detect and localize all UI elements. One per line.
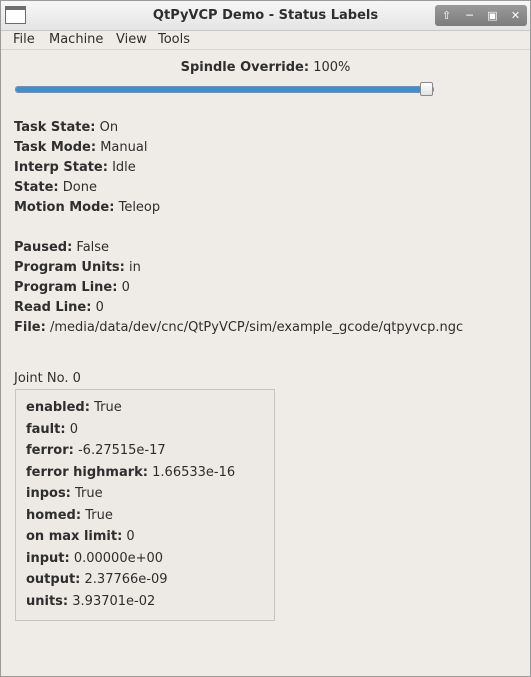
shade-up-icon[interactable]: ⇧	[439, 8, 455, 24]
status-value: Manual	[100, 140, 148, 155]
joint-status-box: enabled: True fault: 0 ferror: -6.27515e-1…	[15, 389, 275, 621]
maximize-icon[interactable]: ▣	[485, 8, 501, 24]
status-value: 1.66533e-16	[152, 464, 236, 480]
status-label: Interp State:	[14, 160, 108, 175]
status-value: On	[99, 120, 119, 135]
status-value: Teleop	[118, 200, 161, 215]
status-value: False	[76, 240, 110, 255]
status-row: input: 0.00000e+00	[26, 551, 163, 566]
status-row: Task State: On	[14, 120, 118, 135]
status-label: ferror:	[26, 443, 74, 458]
status-label: enabled:	[26, 400, 90, 415]
status-row: File: /media/data/dev/cnc/QtPyVCP/sim/ex…	[14, 320, 463, 335]
status-label: on max limit:	[26, 529, 123, 544]
status-value: Idle	[112, 160, 136, 175]
status-value: 0	[126, 529, 135, 544]
menu-file[interactable]: File	[13, 32, 35, 47]
status-label: Program Units:	[14, 260, 125, 275]
spindle-override-label: Spindle Override: 100%	[1, 60, 530, 75]
status-row: State: Done	[14, 180, 97, 195]
status-value: in	[129, 260, 141, 275]
status-value: /media/data/dev/cnc/QtPyVCP/sim/example_…	[49, 320, 464, 335]
status-row: Program Units: in	[14, 260, 141, 275]
status-label: File:	[14, 320, 46, 335]
status-value: 0	[69, 421, 78, 437]
status-label: Program Line:	[14, 280, 118, 295]
status-row: inpos: True	[26, 486, 103, 501]
status-label: output:	[26, 572, 81, 587]
status-row: output: 2.37766e-09	[26, 572, 168, 587]
status-row: Read Line: 0	[14, 300, 104, 315]
slider-fill	[16, 87, 428, 92]
title-bar[interactable]: QtPyVCP Demo - Status Labels ⇧ ─ ▣ ✕	[1, 1, 530, 31]
status-row: Program Line: 0	[14, 280, 130, 295]
window-controls: ⇧ ─ ▣ ✕	[435, 5, 527, 26]
status-row: units: 3.93701e-02	[26, 594, 155, 609]
status-row: Interp State: Idle	[14, 160, 136, 175]
status-label: State:	[14, 180, 59, 195]
status-value: Done	[62, 180, 97, 195]
app-window: QtPyVCP Demo - Status Labels ⇧ ─ ▣ ✕ Fil…	[0, 0, 531, 677]
status-label: Motion Mode:	[14, 200, 115, 215]
status-label: units:	[26, 593, 69, 609]
spindle-override-caption: Spindle Override:	[180, 60, 310, 75]
status-row: Motion Mode: Teleop	[14, 200, 160, 215]
menu-machine[interactable]: Machine	[49, 32, 103, 47]
status-value: True	[94, 400, 122, 415]
menu-bar: File Machine View Tools	[1, 31, 530, 50]
status-row: Task Mode: Manual	[14, 140, 147, 155]
status-value: 2.37766e-09	[84, 572, 168, 587]
status-value: -6.27515e-17	[77, 443, 166, 458]
slider-handle[interactable]	[420, 82, 434, 96]
status-label: homed:	[26, 507, 82, 523]
status-row: enabled: True	[26, 400, 122, 415]
status-label: Task Mode:	[14, 140, 97, 155]
status-label: Paused:	[14, 240, 73, 255]
status-row: fault: 0	[26, 422, 78, 437]
status-row: Paused: False	[14, 240, 109, 255]
minimize-icon[interactable]: ─	[462, 8, 478, 24]
status-label: input:	[26, 550, 70, 566]
status-row: ferror: -6.27515e-17	[26, 443, 166, 458]
status-value: True	[85, 507, 113, 523]
status-label: fault:	[26, 421, 66, 437]
joint-title: Joint No. 0	[14, 371, 81, 386]
spindle-override-slider[interactable]	[15, 86, 434, 93]
menu-view[interactable]: View	[116, 32, 147, 47]
status-label: Read Line:	[14, 300, 92, 315]
status-value: 0.00000e+00	[73, 550, 164, 566]
status-value: 0	[95, 300, 104, 315]
status-value: 0	[121, 280, 130, 295]
status-label: inpos:	[26, 486, 71, 501]
close-icon[interactable]: ✕	[508, 8, 524, 24]
status-row: homed: True	[26, 508, 113, 523]
status-value: 3.93701e-02	[72, 593, 156, 609]
status-row: ferror highmark: 1.66533e-16	[26, 465, 235, 480]
status-label: Task State:	[14, 120, 96, 135]
menu-tools[interactable]: Tools	[158, 32, 190, 47]
spindle-override-value: 100%	[313, 60, 351, 75]
status-label: ferror highmark:	[26, 464, 149, 480]
status-value: True	[75, 486, 103, 501]
status-row: on max limit: 0	[26, 529, 135, 544]
